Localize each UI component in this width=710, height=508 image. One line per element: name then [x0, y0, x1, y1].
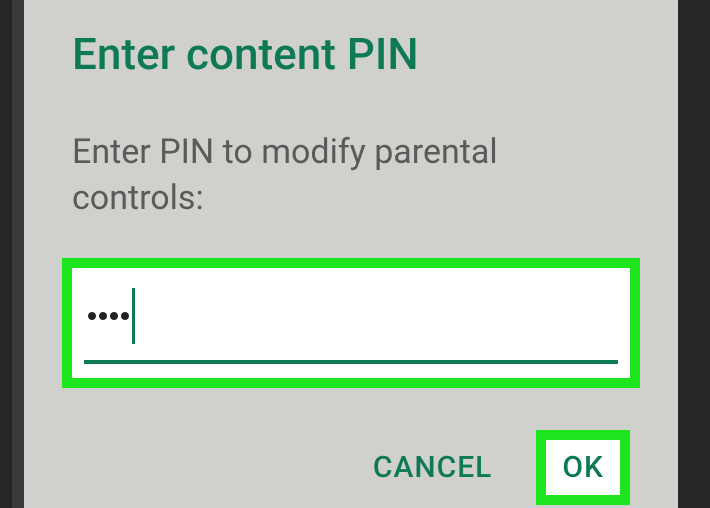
- ok-button[interactable]: OK: [546, 440, 620, 495]
- dialog-button-row: CANCEL OK: [72, 430, 630, 505]
- pin-dialog: Enter content PIN Enter PIN to modify pa…: [24, 0, 678, 508]
- cancel-button[interactable]: CANCEL: [365, 438, 501, 497]
- input-underline: [84, 360, 618, 364]
- backdrop-left: [0, 0, 12, 508]
- backdrop-right: [678, 0, 710, 508]
- pin-input[interactable]: [72, 268, 630, 378]
- ok-button-highlight: OK: [536, 430, 630, 505]
- pin-input-highlight: [62, 258, 640, 388]
- dialog-title: Enter content PIN: [72, 28, 630, 80]
- dialog-prompt: Enter PIN to modify parental controls:: [72, 130, 630, 222]
- text-cursor: [132, 288, 135, 344]
- pin-input-value: [84, 288, 135, 344]
